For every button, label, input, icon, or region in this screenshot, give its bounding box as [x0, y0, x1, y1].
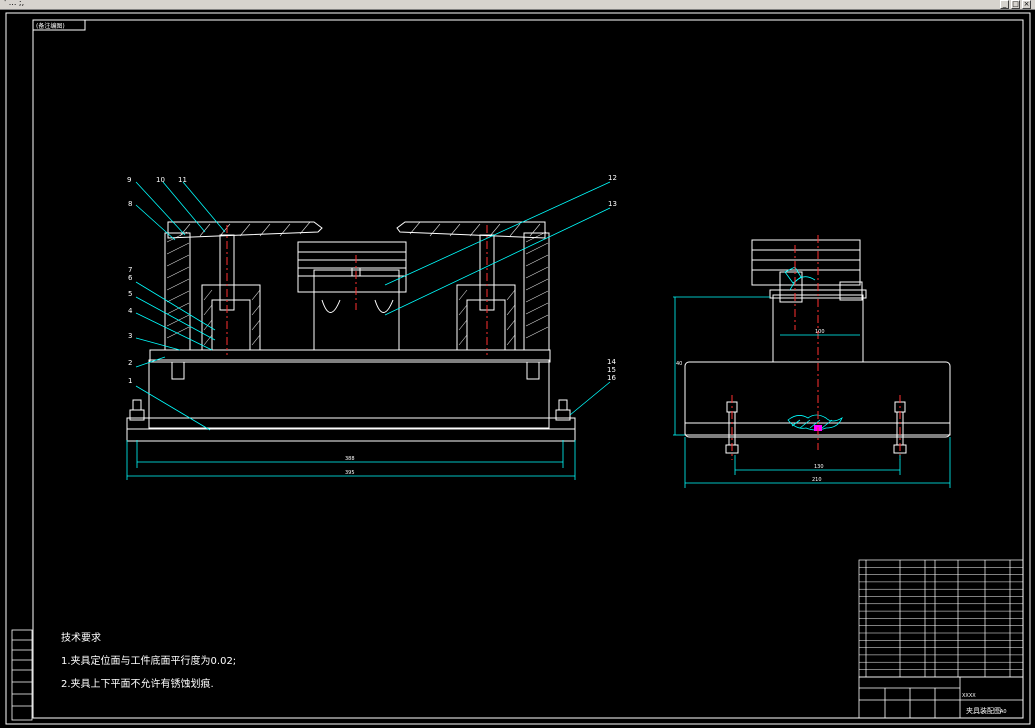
- side-hatch: [784, 266, 843, 431]
- balloon-2: 2: [128, 359, 132, 367]
- dim-side-bolt-spacing: 130: [814, 464, 824, 470]
- maximize-button[interactable]: □: [1011, 0, 1020, 9]
- tech-requirement-1: 1.夹具定位面与工件底面平行度为0.02;: [61, 654, 236, 667]
- balloon-11: 11: [178, 176, 187, 184]
- title-bar: ' ... ;, _ □ ×: [0, 0, 1035, 10]
- title-block-code: XXXX: [962, 693, 976, 699]
- revision-strip: [11, 629, 33, 721]
- dim-side-base-width: 210: [812, 477, 822, 483]
- side-dimensions: [673, 296, 951, 488]
- title-block-drawing-name: 夹具装配图: [966, 706, 1001, 715]
- dim-side-upper: 100: [815, 329, 825, 335]
- balloon-numbers: 1 2 3 4 5 6 7 8 9 10 11 12 13 14 15 16: [127, 174, 617, 385]
- right-cylinder: [456, 284, 516, 351]
- dim-front-inner: 388: [345, 456, 355, 462]
- cad-window: ' ... ;, _ □ × (备注编图) 1 2 3 4 5 6 7 8 9 …: [0, 0, 1035, 728]
- tech-requirements: 技术要求 1.夹具定位面与工件底面平行度为0.02; 2.夹具上下平面不允许有锈…: [61, 631, 236, 690]
- balloon-7: 7: [128, 266, 132, 274]
- balloon-8: 8: [128, 200, 132, 208]
- front-hatch: [166, 221, 549, 346]
- balloon-9: 9: [127, 176, 131, 184]
- balloon-15: 15: [607, 366, 616, 374]
- balloon-16: 16: [607, 374, 616, 382]
- balloon-12: 12: [608, 174, 617, 182]
- sheet-border: [5, 12, 1031, 725]
- parts-rows: [859, 567, 1023, 670]
- balloon-1: 1: [128, 377, 132, 385]
- view-label: (备注编图): [36, 22, 65, 30]
- base-plate: [126, 417, 576, 430]
- balloon-6: 6: [128, 274, 133, 282]
- balloon-3: 3: [128, 332, 132, 340]
- balloon-10: 10: [156, 176, 165, 184]
- window-title: ' ... ;,: [4, 0, 25, 7]
- minimize-button[interactable]: _: [1000, 0, 1009, 9]
- close-button[interactable]: ×: [1022, 0, 1031, 9]
- balloon-13: 13: [608, 200, 617, 208]
- dim-side-height: 40: [676, 361, 682, 367]
- balloon-4: 4: [128, 307, 133, 315]
- left-cylinder: [201, 284, 261, 351]
- front-centerlines: [226, 225, 488, 355]
- front-view: [126, 221, 576, 442]
- title-block-scale: A0: [1000, 709, 1007, 715]
- dim-front-overall: 395: [345, 470, 355, 476]
- tech-requirements-heading: 技术要求: [61, 631, 101, 644]
- balloon-14: 14: [607, 358, 616, 366]
- right-clamp-arm: [396, 221, 546, 239]
- drawing-canvas: (备注编图) 1 2 3 4 5 6 7 8 9 10 11 12 13 14 …: [5, 12, 1031, 725]
- side-workpiece: [751, 239, 863, 303]
- tech-requirement-2: 2.夹具上下平面不允许有锈蚀划痕.: [61, 677, 214, 690]
- front-leaders: [135, 181, 611, 431]
- balloon-5: 5: [128, 290, 132, 298]
